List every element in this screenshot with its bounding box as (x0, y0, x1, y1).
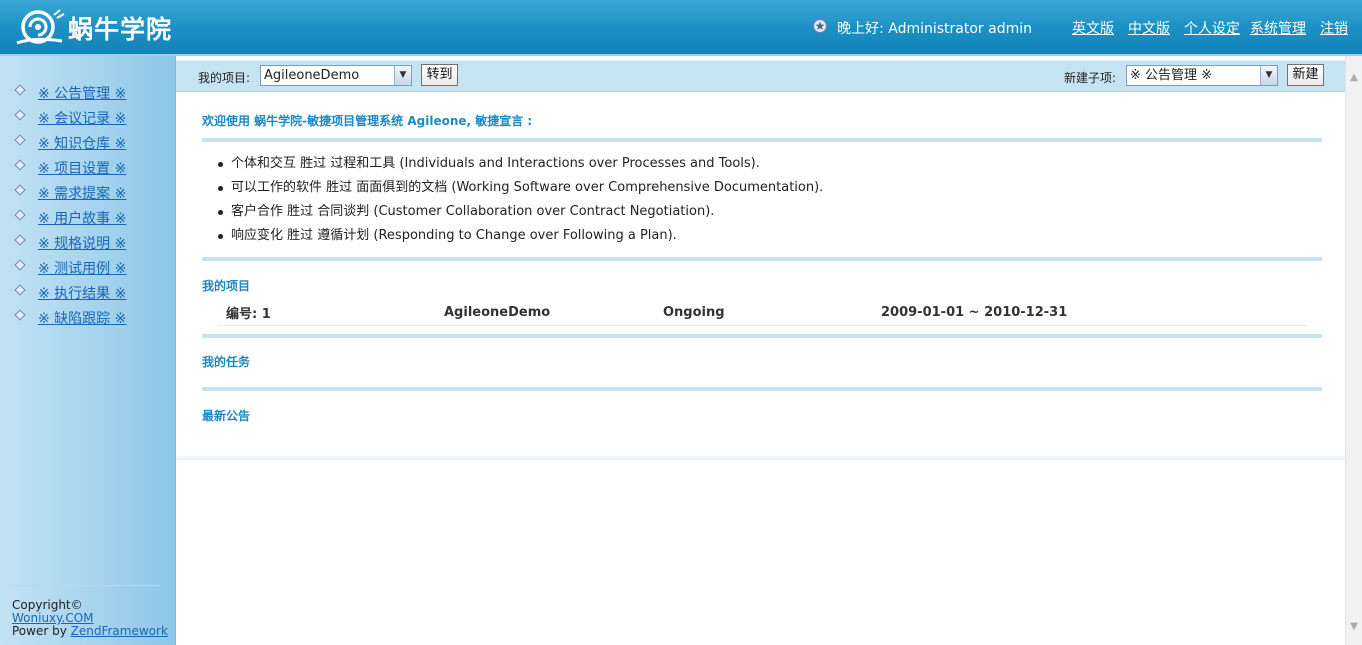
diamond-bullet-icon (14, 108, 26, 121)
project-select[interactable]: AgileoneDemo ▼ (260, 65, 412, 86)
new-button[interactable]: 新建 (1287, 64, 1324, 86)
greeting-text: 晚上好: Administrator admin (837, 21, 1032, 37)
scroll-down-icon[interactable]: ▼ (1346, 618, 1362, 635)
my-projects-title: 我的项目 (202, 279, 251, 293)
sidebar-item-announcements: ※ 公告管理 ※ (14, 80, 175, 105)
list-item: 可以工作的软件 胜过 面面俱到的文档 (Working Software ove… (218, 177, 1322, 201)
list-item: 响应变化 胜过 遵循计划 (Responding to Change over … (218, 225, 1322, 249)
sidebar-link-user-stories[interactable]: ※ 用户故事 ※ (38, 208, 126, 228)
sidebar-item-project-settings: ※ 项目设置 ※ (14, 155, 175, 180)
vertical-scrollbar[interactable]: ▲ ▼ (1345, 56, 1362, 645)
sidebar-item-knowledge: ※ 知识仓库 ※ (14, 130, 175, 155)
list-item: 个体和交互 胜过 过程和工具 (Individuals and Interact… (218, 153, 1322, 177)
goto-button[interactable]: 转到 (421, 64, 458, 86)
user-star-icon (813, 19, 828, 37)
welcome-title: 欢迎使用 蜗牛学院-敏捷项目管理系统 Agileone, 敏捷宣言 : (202, 114, 533, 128)
content-bottom-edge (176, 454, 1345, 460)
main-panel: 我的项目: AgileoneDemo ▼ 转到 新建子项: ※ 公告管理 ※ ▼… (176, 56, 1345, 645)
sidebar-item-specs: ※ 规格说明 ※ (14, 230, 175, 255)
diamond-bullet-icon (14, 233, 26, 246)
sidebar-item-proposals: ※ 需求提案 ※ (14, 180, 175, 205)
system-admin-link[interactable]: 系统管理 (1250, 18, 1306, 38)
sidebar-nav: ※ 公告管理 ※ ※ 会议记录 ※ ※ 知识仓库 ※ ※ 项目设置 ※ ※ 需求… (0, 56, 175, 330)
new-item-select[interactable]: ※ 公告管理 ※ ▼ (1126, 65, 1278, 86)
diamond-bullet-icon (14, 258, 26, 271)
project-dates: 2009-01-01 ~ 2010-12-31 (881, 304, 1068, 320)
project-label: 我的项目: (198, 71, 251, 85)
diamond-bullet-icon (14, 158, 26, 171)
sidebar-item-test-results: ※ 执行结果 ※ (14, 280, 175, 305)
project-status: Ongoing (663, 304, 725, 320)
diamond-bullet-icon (14, 208, 26, 221)
sidebar-link-knowledge[interactable]: ※ 知识仓库 ※ (38, 133, 126, 153)
sidebar-link-proposals[interactable]: ※ 需求提案 ※ (38, 183, 126, 203)
site-link[interactable]: Woniuxy.COM (12, 611, 94, 625)
new-item-label: 新建子项: (1064, 71, 1117, 85)
chinese-version-link[interactable]: 中文版 (1128, 18, 1170, 38)
diamond-bullet-icon (14, 308, 26, 321)
project-name: AgileoneDemo (444, 304, 551, 320)
logo-text: 蜗牛学院 (68, 15, 173, 44)
top-header: 蜗牛学院 晚上好: Administrator admin 英文版 中文版 个人… (0, 0, 1362, 56)
diamond-bullet-icon (14, 283, 26, 296)
scroll-up-icon[interactable]: ▲ (1346, 69, 1362, 86)
project-toolbar: 我的项目: AgileoneDemo ▼ 转到 新建子项: ※ 公告管理 ※ ▼… (176, 60, 1345, 92)
table-row: 编号: 1 AgileoneDemo Ongoing 2009-01-01 ~ … (218, 299, 1307, 326)
snail-logo-icon (14, 9, 66, 47)
project-select-value: AgileoneDemo (264, 68, 360, 83)
sidebar-item-user-stories: ※ 用户故事 ※ (14, 205, 175, 230)
chevron-down-icon[interactable]: ▼ (394, 66, 411, 85)
diamond-bullet-icon (14, 133, 26, 146)
english-version-link[interactable]: 英文版 (1072, 18, 1114, 38)
sidebar-link-project-settings[interactable]: ※ 项目设置 ※ (38, 158, 126, 178)
powered-by-text: Power by (12, 624, 71, 638)
sidebar-item-meetings: ※ 会议记录 ※ (14, 105, 175, 130)
personal-settings-link[interactable]: 个人设定 (1184, 18, 1240, 38)
diamond-bullet-icon (14, 183, 26, 196)
header-user-area: 晚上好: Administrator admin 英文版 中文版 个人设定 系统… (813, 18, 1348, 38)
logo: 蜗牛学院 (14, 7, 172, 49)
sidebar-item-bugs: ※ 缺陷跟踪 ※ (14, 305, 175, 330)
footer-divider (12, 585, 160, 586)
sidebar-link-announcements[interactable]: ※ 公告管理 ※ (38, 83, 126, 103)
sidebar-link-meetings[interactable]: ※ 会议记录 ※ (38, 108, 126, 128)
diamond-bullet-icon (14, 83, 26, 96)
sidebar-link-test-cases[interactable]: ※ 测试用例 ※ (38, 258, 126, 278)
latest-news-title: 最新公告 (202, 409, 251, 423)
chevron-down-icon[interactable]: ▼ (1260, 66, 1277, 85)
agile-manifesto-list: 个体和交互 胜过 过程和工具 (Individuals and Interact… (202, 142, 1322, 257)
sidebar-item-test-cases: ※ 测试用例 ※ (14, 255, 175, 280)
dashboard-content: 欢迎使用 蜗牛学院-敏捷项目管理系统 Agileone, 敏捷宣言 : 个体和交… (202, 110, 1322, 427)
sidebar-footer: Copyright© Woniuxy.COM Power by ZendFram… (12, 585, 168, 638)
sidebar-link-test-results[interactable]: ※ 执行结果 ※ (38, 283, 126, 303)
my-tasks-title: 我的任务 (202, 355, 251, 369)
sidebar-link-bugs[interactable]: ※ 缺陷跟踪 ※ (38, 308, 126, 328)
sidebar-link-specs[interactable]: ※ 规格说明 ※ (38, 233, 126, 253)
new-item-select-value: ※ 公告管理 ※ (1130, 68, 1213, 83)
framework-link[interactable]: ZendFramework (71, 624, 168, 638)
list-item: 客户合作 胜过 合同谈判 (Customer Collaboration ove… (218, 201, 1322, 225)
project-id: 编号: 1 (226, 306, 271, 322)
sidebar: ※ 公告管理 ※ ※ 会议记录 ※ ※ 知识仓库 ※ ※ 项目设置 ※ ※ 需求… (0, 56, 176, 645)
logout-link[interactable]: 注销 (1320, 18, 1348, 38)
